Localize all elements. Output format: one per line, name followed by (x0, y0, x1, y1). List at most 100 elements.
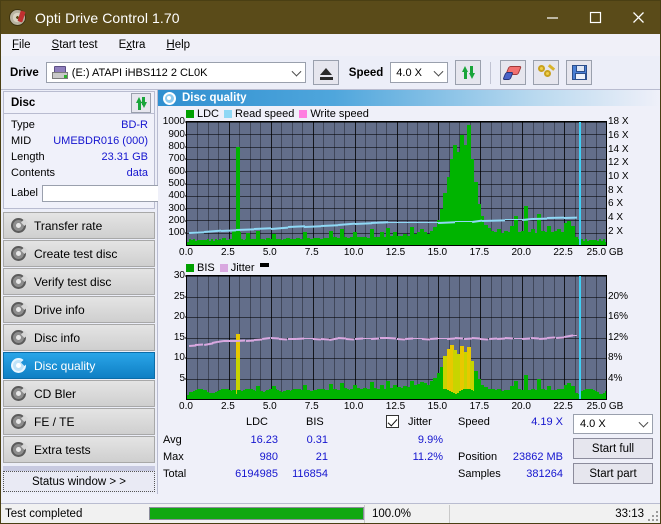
disc-row-mid-value: UMEBDR016 (000) (53, 135, 148, 147)
bis-y-axis-right: 4% 8% 12% 16% 20% (607, 275, 641, 400)
keys-button[interactable] (533, 60, 560, 85)
progress-bar (149, 507, 364, 520)
y2-tick-label: 20% (608, 290, 629, 302)
toolbar-divider (490, 61, 492, 84)
y2-tick-label: 4 X (608, 212, 624, 224)
disc-icon (11, 302, 29, 317)
stats-row-total-label: Total (163, 468, 187, 481)
y-tick-label: 30 (174, 271, 188, 281)
disc-row-contents-value: data (126, 167, 148, 179)
disc-icon (11, 274, 29, 289)
start-part-button[interactable]: Start part (573, 463, 653, 485)
sidebar-item-create-test-disc[interactable]: Create test disc (3, 240, 155, 267)
close-icon[interactable] (617, 1, 660, 34)
x-tick-label: 7.5 (304, 401, 319, 413)
sidebar-item-label: Disc info (34, 330, 81, 345)
disc-row-contents-key: Contents (11, 167, 56, 179)
stats-row-avg-label: Avg (163, 434, 182, 447)
y2-tick-label: 18 X (608, 116, 629, 128)
legend-label: Write speed (310, 108, 369, 121)
status-bar: Test completed 100.0% 33:13 (1, 503, 660, 523)
disc-row-type: Type BD-R (11, 117, 148, 133)
menu-extra[interactable]: Extra (117, 37, 148, 53)
jitter-checkbox[interactable] (386, 415, 399, 429)
sidebar-item-disc-info[interactable]: Disc info (3, 324, 155, 351)
menu-start-test[interactable]: Start test (50, 37, 100, 53)
y2-tick-label: 2 X (608, 225, 624, 237)
chevron-down-icon (433, 66, 444, 77)
y2-tick-label: 6 X (608, 198, 624, 210)
drive-label: Drive (10, 66, 39, 79)
save-icon (571, 65, 587, 80)
bis-plot-area (186, 275, 607, 401)
stats-samples-value: 381264 (526, 468, 563, 481)
ldc-chart: LDC Read speed Write speed 100 200 300 400 5… (158, 106, 660, 260)
disc-icon (11, 386, 29, 401)
disc-icon (11, 358, 29, 373)
sidebar-item-drive-info[interactable]: Drive info (3, 296, 155, 323)
resize-grip-icon[interactable] (648, 511, 658, 521)
y-tick-label: 900 (168, 129, 188, 140)
y2-tick-label: 8 X (608, 184, 624, 196)
start-full-button[interactable]: Start full (573, 438, 653, 460)
stats-panel: LDC BIS Jitter Avg Max Total 16.23 980 6… (158, 414, 660, 494)
x-tick-label: 22.5 (553, 247, 573, 259)
refresh-icon (461, 65, 476, 80)
y2-tick-label: 10 X (608, 171, 629, 183)
disc-info-rows: Type BD-R MID UMEBDR016 (000) Length 23.… (4, 114, 245, 208)
minimize-icon[interactable] (531, 1, 574, 34)
stats-speed-value: 4.19 X (531, 416, 563, 429)
main-panel: Disc quality LDC Read speed Write speed … (158, 90, 660, 494)
disc-icon (11, 442, 29, 457)
speed-select[interactable]: 4.0 X (390, 62, 449, 83)
ldc-y-axis-right: 2 X4 X 6 X 8 X 10 X 12 X 14 X 16 X 18 X (607, 117, 641, 246)
sidebar-item-transfer-rate[interactable]: Transfer rate (3, 212, 155, 239)
disc-label-key: Label (11, 187, 38, 199)
sidebar-nav: Transfer rate Create test disc Verify te… (1, 212, 157, 464)
y-tick-label: 5 (179, 373, 188, 384)
maximize-icon[interactable] (574, 1, 617, 34)
erase-button[interactable] (500, 60, 527, 85)
speed-select-value: 4.0 X (396, 66, 422, 79)
drive-select[interactable]: (E:) ATAPI iHBS112 2 CL0K (45, 62, 306, 83)
menu-file[interactable]: File (10, 37, 33, 53)
erase-icon (502, 65, 523, 80)
x-tick-label: 7.5 (304, 247, 319, 259)
eject-button[interactable] (312, 60, 339, 85)
legend-swatch (299, 110, 308, 119)
sidebar: Disc Type BD-R MID UMEBDR016 (000) Lengt… (1, 90, 245, 494)
title-bar: Opti Drive Control 1.70 (1, 1, 660, 34)
sidebar-item-extra-tests[interactable]: Extra tests (3, 436, 155, 463)
x-tick-label: 12.5 (385, 247, 406, 259)
legend-ldc: LDC (186, 108, 219, 120)
x-tick-label: 15.0 (427, 401, 448, 413)
bis-jitter-chart: BIS Jitter 5 10 15 20 25 30 4% 8% 12% 16% 20% 0.0… (158, 260, 660, 414)
sidebar-item-cd-bler[interactable]: CD Bler (3, 380, 155, 407)
test-speed-select[interactable]: 4.0 X (573, 414, 653, 435)
stats-bis-avg: 0.31 (306, 434, 328, 447)
refresh-button[interactable] (455, 60, 482, 85)
y-tick-label: 400 (168, 191, 188, 201)
disc-icon (11, 330, 29, 345)
ldc-plot-wrap: 100 200 300 400 500 600 700 800 900 1000 2 X4 X 6 … (158, 117, 660, 247)
sidebar-item-fe-te[interactable]: FE / TE (3, 408, 155, 435)
sidebar-item-verify-test-disc[interactable]: Verify test disc (3, 268, 155, 295)
y2-tick-label: 16% (608, 311, 629, 323)
page-title: Disc quality (182, 92, 247, 105)
status-window-button[interactable]: Status window > > (3, 471, 155, 492)
x-tick-label: 17.5 (469, 401, 490, 413)
sidebar-item-disc-quality[interactable]: Disc quality (3, 352, 155, 379)
legend-label: LDC (197, 108, 220, 121)
x-tick-label: 17.5 (469, 247, 490, 259)
y2-tick-label: 16 X (608, 130, 629, 142)
x-tick-label: 12.5 (385, 401, 406, 413)
menu-help[interactable]: Help (164, 37, 192, 53)
x-tick-label: 20.0 (511, 401, 531, 413)
sidebar-item-label: Disc quality (34, 358, 96, 373)
disc-refresh-button[interactable] (131, 92, 151, 113)
y2-tick-label: 12% (608, 331, 629, 343)
app-window: Opti Drive Control 1.70 File Start test … (0, 0, 661, 524)
save-button[interactable] (566, 60, 593, 85)
start-part-label: Start part (589, 467, 637, 480)
stats-speed-label: Speed (458, 416, 490, 429)
